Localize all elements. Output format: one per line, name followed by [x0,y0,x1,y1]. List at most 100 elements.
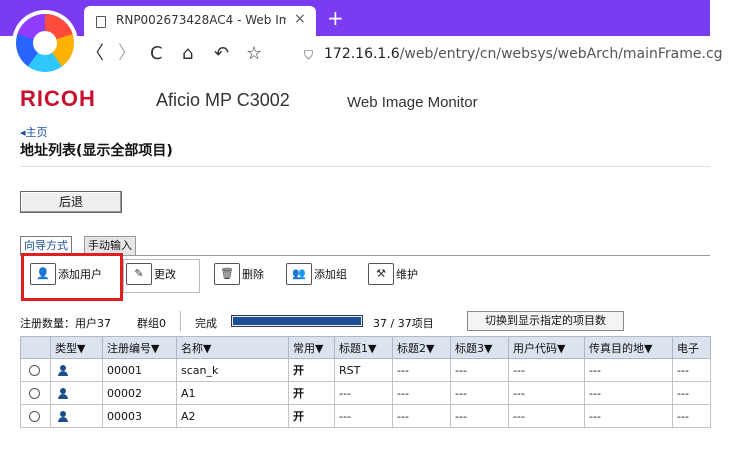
progress-bar [231,315,363,327]
maintenance-button[interactable]: ⚒ 维护 [368,262,418,286]
cell-number: 00003 [102,404,177,428]
device-model: Aficio MP C3002 [156,90,290,110]
maintenance-icon: ⚒ [368,263,394,285]
undo-icon[interactable]: ↶ [214,42,229,66]
cell-fax: --- [584,381,673,405]
cell-title1: RST [334,358,393,382]
home-icon[interactable]: ⌂ [182,42,193,66]
cell-name: A2 [176,404,289,428]
table-row[interactable]: 00001 scan_k 开 RST --- --- --- --- --- [20,358,711,382]
cell-title3: --- [450,404,509,428]
browser-window: RNP002673428AC4 - Web Im × + 〈 〉 C ⌂ ↶ ☆… [0,0,745,72]
home-link[interactable]: ◂主页 [20,124,48,140]
status-row: 注册数量：用户37 群组0 完成 37 / 37项目 切换到显示指定的项目数 [20,311,710,331]
delete-button[interactable]: 🗑 删除 [214,262,264,286]
address-table: 类型▼ 注册编号▼ 名称▼ 常用▼ 标题1▼ 标题2▼ 标题3▼ 用户代码▼ 传… [20,336,711,428]
forward-icon[interactable]: 〉 [118,42,136,66]
column-header-number[interactable]: 注册编号▼ [102,336,177,359]
cell-fax: --- [584,358,673,382]
cell-user-code: --- [508,404,585,428]
cell-title2: --- [392,381,451,405]
load-status: 完成 [195,317,217,330]
progress-fill [233,317,361,325]
cell-title2: --- [392,404,451,428]
address-bar[interactable]: 172.16.1.6/web/entry/cn/websys/webArch/m… [324,46,742,62]
column-header-title3[interactable]: 标题3▼ [450,336,509,359]
column-header-user-code[interactable]: 用户代码▼ [508,336,585,359]
change-label: 更改 [154,268,176,281]
pencil-icon: ✎ [126,263,152,285]
cell-frequent: 开 [288,404,335,428]
table-row[interactable]: 00003 A2 开 --- --- --- --- --- --- [20,404,711,428]
cell-name: scan_k [176,358,289,382]
switch-item-count-button[interactable]: 切换到显示指定的项目数 [467,311,624,331]
row-select-radio[interactable] [29,411,40,422]
page-icon [96,16,106,28]
divider [20,166,710,167]
cell-email: --- [672,381,711,405]
cell-number: 00002 [102,381,177,405]
column-header-title2[interactable]: 标题2▼ [392,336,451,359]
browser-navbar: 〈 〉 C ⌂ ↶ ☆ ⛉ 172.16.1.6/web/entry/cn/we… [76,40,745,70]
column-header-email[interactable]: 电子 [672,336,711,359]
column-header-fax[interactable]: 传真目的地▼ [584,336,673,359]
browser-tab-strip: RNP002673428AC4 - Web Im × + [0,0,710,36]
group-count: 群组0 [137,317,166,330]
back-button[interactable]: 后退 [20,191,122,213]
row-select-radio[interactable] [29,388,40,399]
web-page: RICOH Aficio MP C3002 Web Image Monitor … [0,78,711,458]
column-header-type[interactable]: 类型▼ [50,336,103,359]
add-group-label: 添加组 [314,268,347,281]
user-icon [58,410,68,423]
delete-label: 删除 [242,268,264,281]
cell-title3: --- [450,381,509,405]
cell-title1: --- [334,381,393,405]
cell-user-code: --- [508,381,585,405]
url-path: /web/entry/cn/websys/webArch/mainFrame.c… [399,46,723,62]
browser-tab-title: RNP002673428AC4 - Web Im [116,13,286,27]
reload-icon[interactable]: C [150,42,163,66]
cell-title2: --- [392,358,451,382]
page-header: RICOH Aficio MP C3002 Web Image Monitor [0,78,710,122]
cell-email: --- [672,404,711,428]
column-header-frequent[interactable]: 常用▼ [288,336,335,359]
cell-email: --- [672,358,711,382]
column-header-select [20,336,51,359]
change-button[interactable]: ✎ 更改 [126,262,176,286]
divider [180,311,181,331]
ricoh-logo: RICOH [20,86,96,111]
cell-fax: --- [584,404,673,428]
maintenance-label: 维护 [396,268,418,281]
add-group-button[interactable]: 👥 添加组 [286,262,347,286]
shield-icon[interactable]: ⛉ [304,48,313,63]
close-tab-icon[interactable]: × [294,11,306,27]
table-row[interactable]: 00002 A1 开 --- --- --- --- --- --- [20,381,711,405]
app-name: Web Image Monitor [347,94,478,111]
cell-title3: --- [450,358,509,382]
cell-title1: --- [334,404,393,428]
cell-frequent: 开 [288,358,335,382]
cell-name: A1 [176,381,289,405]
trash-icon: 🗑 [214,263,240,285]
cell-number: 00001 [102,358,177,382]
back-icon[interactable]: 〈 [86,42,104,66]
user-icon [58,387,68,400]
column-header-name[interactable]: 名称▼ [176,336,289,359]
bookmark-star-icon[interactable]: ☆ [246,42,262,66]
user-icon [58,364,68,377]
cell-frequent: 开 [288,381,335,405]
column-header-title1[interactable]: 标题1▼ [334,336,393,359]
table-header-row: 类型▼ 注册编号▼ 名称▼ 常用▼ 标题1▼ 标题2▼ 标题3▼ 用户代码▼ 传… [20,336,711,359]
registered-count: 注册数量：用户37 [20,317,111,330]
browser-tab[interactable]: RNP002673428AC4 - Web Im × [84,6,316,36]
url-host: 172.16.1.6 [324,46,400,62]
new-tab-icon[interactable]: + [327,6,344,30]
progress-count: 37 / 37项目 [373,317,434,330]
highlight-box [21,253,123,301]
browser-logo-icon [16,14,74,72]
cell-user-code: --- [508,358,585,382]
add-group-icon: 👥 [286,263,312,285]
page-title: 地址列表(显示全部项目) [20,143,173,159]
tab-panel-border [20,255,710,256]
row-select-radio[interactable] [29,365,40,376]
